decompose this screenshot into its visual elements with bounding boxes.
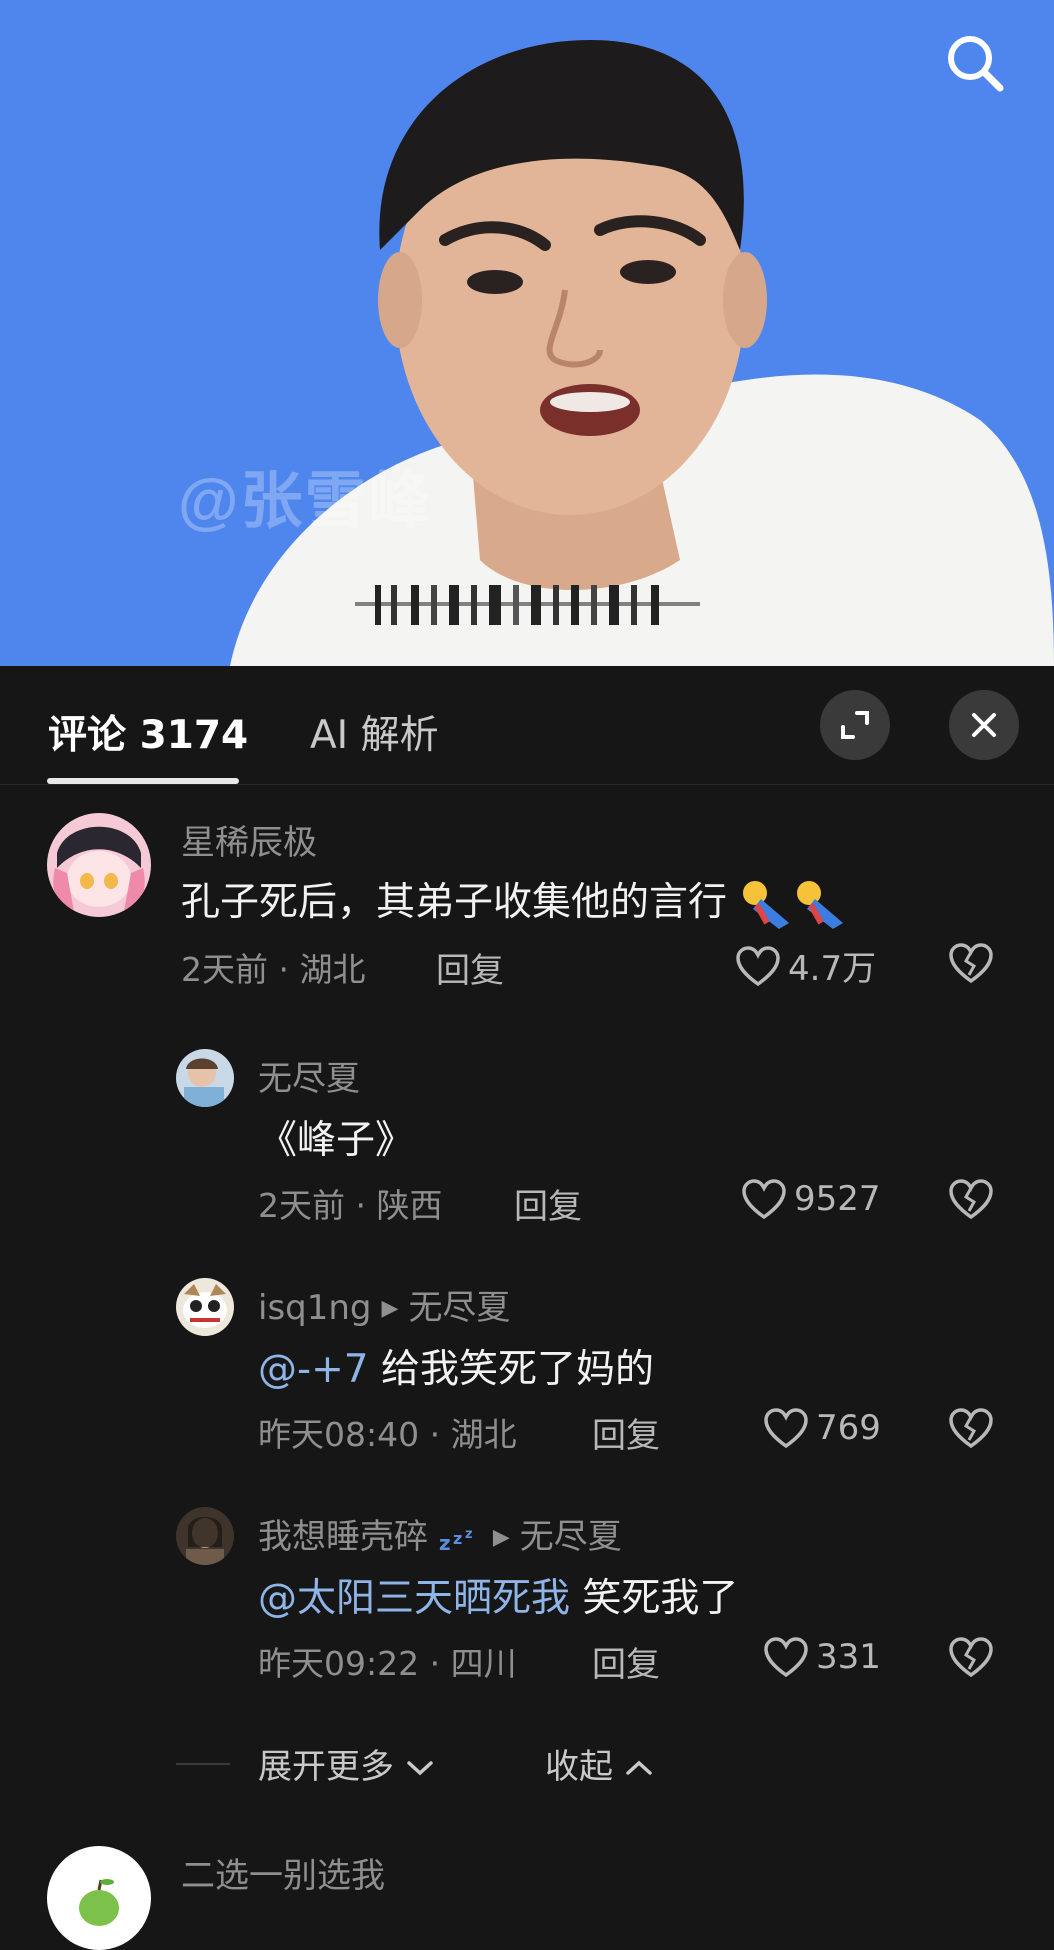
- reply-item: isq1ng ▶ 无尽夏 @-+7 给我笑死了妈的 昨天08:40 · 湖北 回复 …: [0, 1278, 1054, 1458]
- like-count: 331: [816, 1637, 881, 1677]
- like-button[interactable]: 769: [762, 1406, 881, 1450]
- avatar[interactable]: [176, 1278, 234, 1336]
- reply-button[interactable]: 回复: [514, 1179, 582, 1228]
- blurred-subtitle: [355, 585, 700, 625]
- expand-button[interactable]: [820, 690, 890, 760]
- comment-text: @太阳三天晒死我 笑死我了: [258, 1576, 739, 1621]
- divider: [176, 1763, 230, 1765]
- broken-heart-icon: [949, 1408, 993, 1449]
- emoji-sticker-icon: [743, 880, 844, 929]
- broken-heart-icon: [949, 1637, 993, 1678]
- search-button[interactable]: [940, 28, 1012, 100]
- dislike-button[interactable]: [948, 1635, 994, 1683]
- chevron-down-icon: [407, 1761, 433, 1776]
- heart-icon: [764, 1408, 808, 1449]
- comment-time-location: 2天前 · 湖北: [181, 950, 366, 989]
- comment-author[interactable]: 无尽夏: [258, 1051, 360, 1100]
- heart-icon: [764, 1637, 808, 1678]
- comment-time-location: 昨天08:40 · 湖北: [258, 1415, 517, 1454]
- comment-tabs: 评论 3174 AI 解析: [0, 666, 1054, 785]
- close-button[interactable]: [949, 690, 1019, 760]
- close-icon: [972, 713, 996, 737]
- reply-to-author[interactable]: 无尽夏: [408, 1288, 510, 1328]
- mention-link[interactable]: @太阳三天晒死我: [258, 1576, 570, 1621]
- avatar[interactable]: [176, 1507, 234, 1565]
- comment-text: 孔子死后，其弟子收集他的言行: [181, 871, 849, 931]
- avatar[interactable]: [176, 1049, 234, 1107]
- reply-author[interactable]: 我想睡壳碎: [258, 1517, 428, 1557]
- chevron-up-icon: [626, 1760, 652, 1775]
- svg-text:z: z: [465, 1527, 473, 1542]
- expand-icon: [841, 711, 869, 739]
- video-watermark: @张雪峰: [178, 467, 433, 536]
- comment-text: @-+7 给我笑死了妈的: [258, 1347, 654, 1392]
- mention-link[interactable]: @-+7: [258, 1347, 369, 1392]
- thread-controls: 展开更多 收起: [0, 1747, 1054, 1813]
- heart-icon: [736, 945, 780, 986]
- dislike-button[interactable]: [948, 941, 994, 989]
- tab-comments[interactable]: 评论 3174: [48, 704, 248, 760]
- video-player[interactable]: @张雪峰: [0, 0, 1054, 666]
- heart-icon: [742, 1179, 786, 1220]
- svg-text:z: z: [453, 1529, 462, 1548]
- reply-button[interactable]: 回复: [592, 1408, 660, 1457]
- broken-heart-icon: [949, 1179, 993, 1220]
- like-count: 769: [816, 1408, 881, 1448]
- like-count: 9527: [794, 1179, 881, 1219]
- dislike-button[interactable]: [948, 1406, 994, 1454]
- reply-button[interactable]: 回复: [592, 1637, 660, 1686]
- tab-ai-analysis[interactable]: AI 解析: [310, 704, 439, 760]
- avatar[interactable]: [47, 1846, 151, 1950]
- comment-item: 星稀辰极 孔子死后，其弟子收集他的言行 2天前 · 湖北 回复 4.7万: [0, 813, 1054, 993]
- reply-arrow-icon: ▶: [492, 1525, 510, 1550]
- comment-text: 《峰子》: [258, 1118, 415, 1163]
- video-frame-person: [230, 40, 1054, 666]
- reply-button[interactable]: 回复: [436, 943, 504, 992]
- sleeping-zzz-icon: z z z: [439, 1527, 473, 1555]
- dislike-button[interactable]: [948, 1177, 994, 1225]
- reply-arrow-icon: ▶: [381, 1296, 399, 1321]
- expand-more-button[interactable]: 展开更多: [258, 1739, 435, 1788]
- comment-author[interactable]: 二选一别选我: [181, 1848, 385, 1897]
- broken-heart-icon: [949, 943, 993, 984]
- like-button[interactable]: 9527: [740, 1177, 881, 1221]
- reply-to-author[interactable]: 无尽夏: [520, 1517, 622, 1557]
- like-button[interactable]: 4.7万: [734, 941, 876, 990]
- like-button[interactable]: 331: [762, 1635, 881, 1679]
- avatar[interactable]: [47, 813, 151, 917]
- like-count: 4.7万: [788, 949, 877, 989]
- comment-time-location: 昨天09:22 · 四川: [258, 1644, 517, 1683]
- active-tab-indicator: [47, 778, 239, 784]
- reply-item: 我想睡壳碎 z z z ▶ 无尽夏 @太阳三天晒死我 笑死我了 昨天09:22 ·…: [0, 1507, 1054, 1687]
- svg-text:z: z: [439, 1531, 451, 1554]
- comment-time-location: 2天前 · 陕西: [258, 1186, 443, 1225]
- reply-item: 无尽夏 《峰子》 2天前 · 陕西 回复 9527: [0, 1049, 1054, 1229]
- comment-item: 二选一别选我: [0, 1846, 1054, 1950]
- collapse-button[interactable]: 收起: [545, 1739, 654, 1788]
- comment-sheet: 评论 3174 AI 解析 星稀辰极 孔子死后，其弟子收集他的言行 2天前 · …: [0, 666, 1054, 1950]
- comment-author: isq1ng ▶ 无尽夏: [258, 1280, 510, 1329]
- comment-author: 我想睡壳碎 z z z ▶ 无尽夏: [258, 1509, 622, 1558]
- comment-author[interactable]: 星稀辰极: [181, 815, 317, 864]
- search-icon: [948, 36, 1004, 92]
- reply-author[interactable]: isq1ng: [258, 1288, 372, 1328]
